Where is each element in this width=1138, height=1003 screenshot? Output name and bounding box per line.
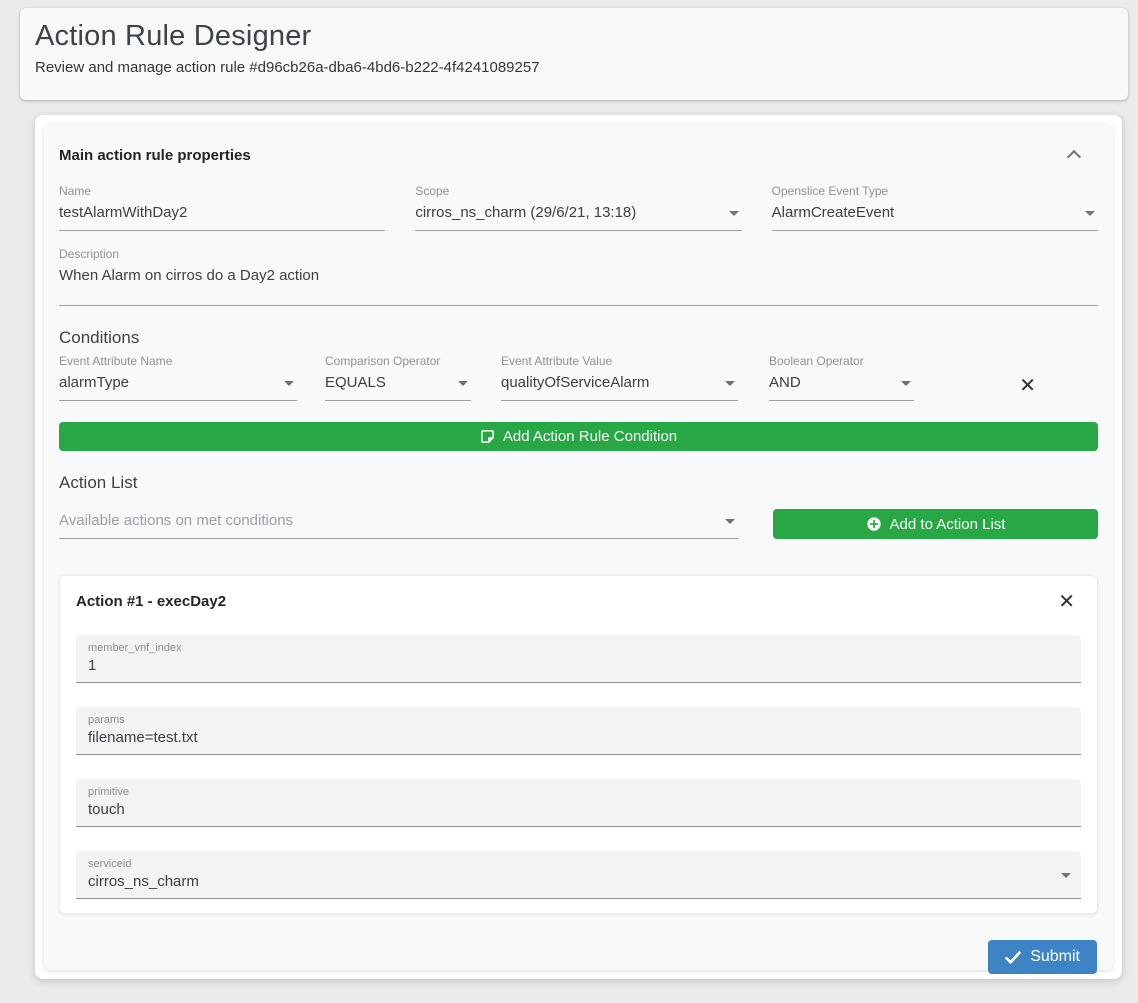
available-actions-select[interactable]: Available actions on met conditions — [59, 511, 738, 539]
action-list-row: Available actions on met conditions Add … — [59, 509, 1098, 539]
dropdown-arrow-icon — [901, 381, 911, 386]
condition-row: Event Attribute Name alarmType Compariso… — [59, 354, 1098, 401]
primitive-field[interactable]: primitive touch — [76, 779, 1081, 827]
params-label: params — [88, 714, 1069, 726]
available-actions-placeholder: Available actions on met conditions — [59, 511, 738, 530]
page-title: Action Rule Designer — [35, 20, 1128, 53]
member-vnf-index-value: 1 — [88, 657, 1069, 674]
page-subtitle: Review and manage action rule #d96cb26a-… — [35, 59, 1128, 76]
description-value: When Alarm on cirros do a Day2 action — [59, 266, 1098, 285]
main-card: Main action rule properties Name testAla… — [35, 115, 1122, 979]
event-attribute-name-select[interactable]: Event Attribute Name alarmType — [59, 354, 297, 401]
event-attribute-value-label: Event Attribute Value — [501, 354, 738, 368]
chevron-up-icon[interactable] — [1068, 149, 1080, 161]
action-list-title: Action List — [59, 473, 1098, 493]
main-properties-row: Name testAlarmWithDay2 Scope cirros_ns_c… — [59, 184, 1098, 231]
name-value: testAlarmWithDay2 — [59, 203, 385, 222]
action-card-header: Action #1 - execDay2 ✕ — [76, 591, 1081, 611]
add-condition-label: Add Action Rule Condition — [503, 428, 677, 445]
main-properties-panel: Main action rule properties Name testAla… — [44, 124, 1113, 970]
boolean-operator-value: AND — [769, 373, 914, 392]
dropdown-arrow-icon — [458, 381, 468, 386]
action-card: Action #1 - execDay2 ✕ member_vnf_index … — [59, 575, 1098, 914]
primitive-label: primitive — [88, 786, 1069, 798]
primitive-value: touch — [88, 801, 1069, 818]
add-to-action-list-label: Add to Action List — [890, 516, 1006, 533]
boolean-operator-label: Boolean Operator — [769, 354, 914, 368]
check-icon — [1005, 951, 1021, 964]
scope-label: Scope — [415, 184, 741, 198]
scope-select[interactable]: Scope cirros_ns_charm (29/6/21, 13:18) — [415, 184, 741, 231]
comparison-operator-select[interactable]: Comparison Operator EQUALS — [325, 354, 471, 401]
params-field[interactable]: params filename=test.txt — [76, 707, 1081, 755]
name-label: Name — [59, 184, 385, 198]
event-attribute-value-select[interactable]: Event Attribute Value qualityOfServiceAl… — [501, 354, 738, 401]
serviceid-select[interactable]: serviceid cirros_ns_charm — [76, 851, 1081, 899]
event-type-select[interactable]: Openslice Event Type AlarmCreateEvent — [772, 184, 1098, 231]
params-value: filename=test.txt — [88, 729, 1069, 746]
remove-action-icon[interactable]: ✕ — [1058, 591, 1075, 611]
submit-label: Submit — [1030, 948, 1080, 966]
submit-row: Submit — [59, 940, 1098, 974]
remove-condition-icon[interactable]: ✕ — [1019, 375, 1036, 395]
dropdown-arrow-icon — [284, 381, 294, 386]
serviceid-label: serviceid — [88, 858, 1069, 870]
event-type-label: Openslice Event Type — [772, 184, 1098, 198]
comparison-operator-label: Comparison Operator — [325, 354, 471, 368]
comparison-operator-value: EQUALS — [325, 373, 471, 392]
member-vnf-index-field[interactable]: member_vnf_index 1 — [76, 635, 1081, 683]
submit-button[interactable]: Submit — [988, 940, 1097, 974]
dropdown-arrow-icon — [729, 211, 739, 216]
add-to-action-list-button[interactable]: Add to Action List — [773, 509, 1098, 539]
event-attribute-value-value: qualityOfServiceAlarm — [501, 373, 738, 392]
member-vnf-index-label: member_vnf_index — [88, 642, 1069, 654]
name-field[interactable]: Name testAlarmWithDay2 — [59, 184, 385, 231]
plus-circle-icon — [866, 516, 882, 532]
dropdown-arrow-icon — [725, 381, 735, 386]
conditions-title: Conditions — [59, 328, 1098, 348]
dropdown-arrow-icon — [1085, 211, 1095, 216]
note-icon — [480, 429, 495, 444]
event-attribute-name-value: alarmType — [59, 373, 297, 392]
event-attribute-name-label: Event Attribute Name — [59, 354, 297, 368]
dropdown-arrow-icon — [1061, 873, 1071, 878]
action-card-title: Action #1 - execDay2 — [76, 593, 226, 610]
add-condition-button[interactable]: Add Action Rule Condition — [59, 422, 1098, 451]
panel-title: Main action rule properties — [59, 147, 251, 164]
boolean-operator-select[interactable]: Boolean Operator AND — [769, 354, 914, 401]
action-rule-designer-page: Action Rule Designer Review and manage a… — [0, 0, 1138, 1003]
description-field[interactable]: Description When Alarm on cirros do a Da… — [59, 247, 1098, 306]
event-type-value: AlarmCreateEvent — [772, 203, 1098, 222]
panel-header[interactable]: Main action rule properties — [59, 134, 1098, 176]
page-header: Action Rule Designer Review and manage a… — [20, 8, 1128, 100]
description-label: Description — [59, 247, 1098, 261]
dropdown-arrow-icon — [725, 519, 735, 524]
scope-value: cirros_ns_charm (29/6/21, 13:18) — [415, 203, 741, 222]
serviceid-value: cirros_ns_charm — [88, 873, 1069, 890]
